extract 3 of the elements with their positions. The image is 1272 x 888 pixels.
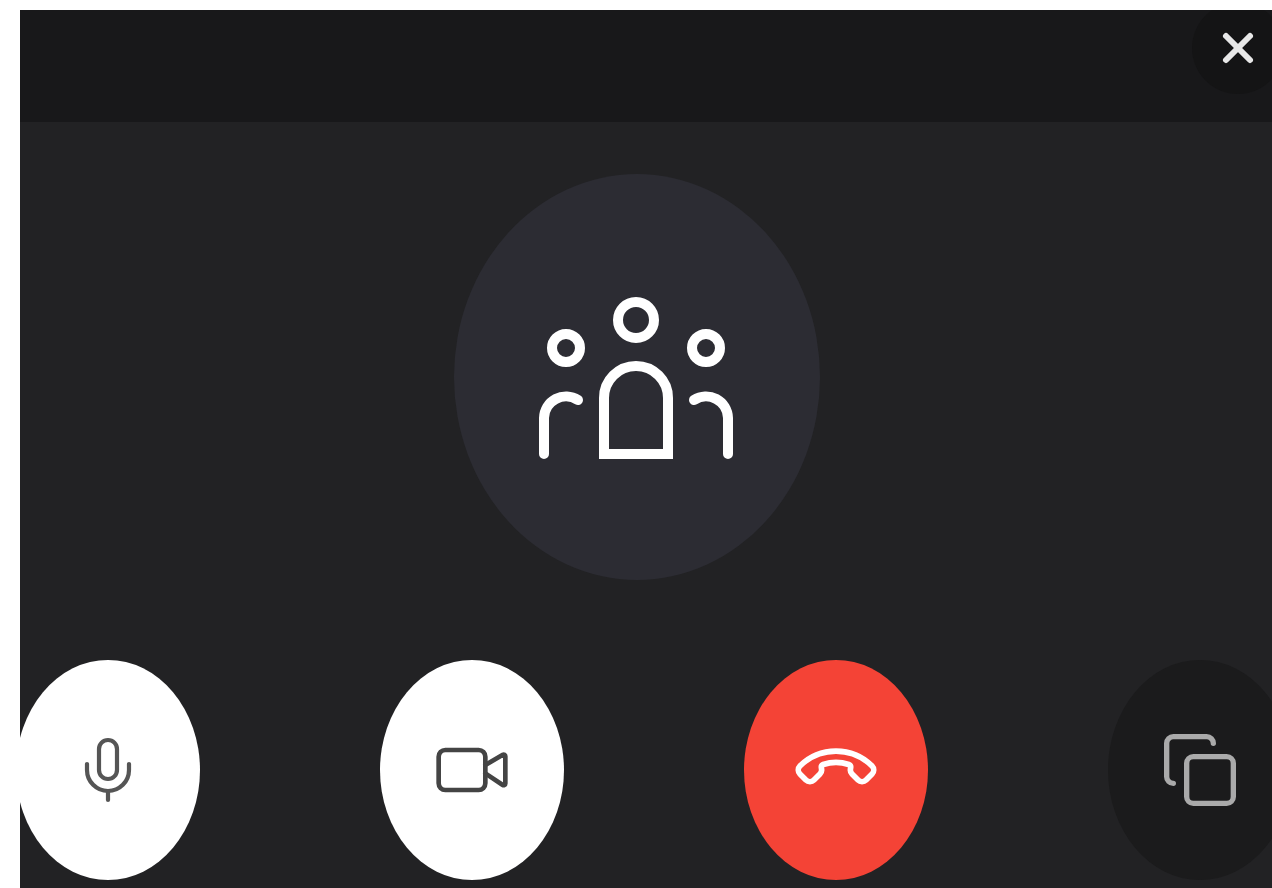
close-button[interactable]	[1192, 10, 1272, 94]
copy-icon	[1160, 730, 1240, 810]
group-icon	[538, 293, 734, 461]
